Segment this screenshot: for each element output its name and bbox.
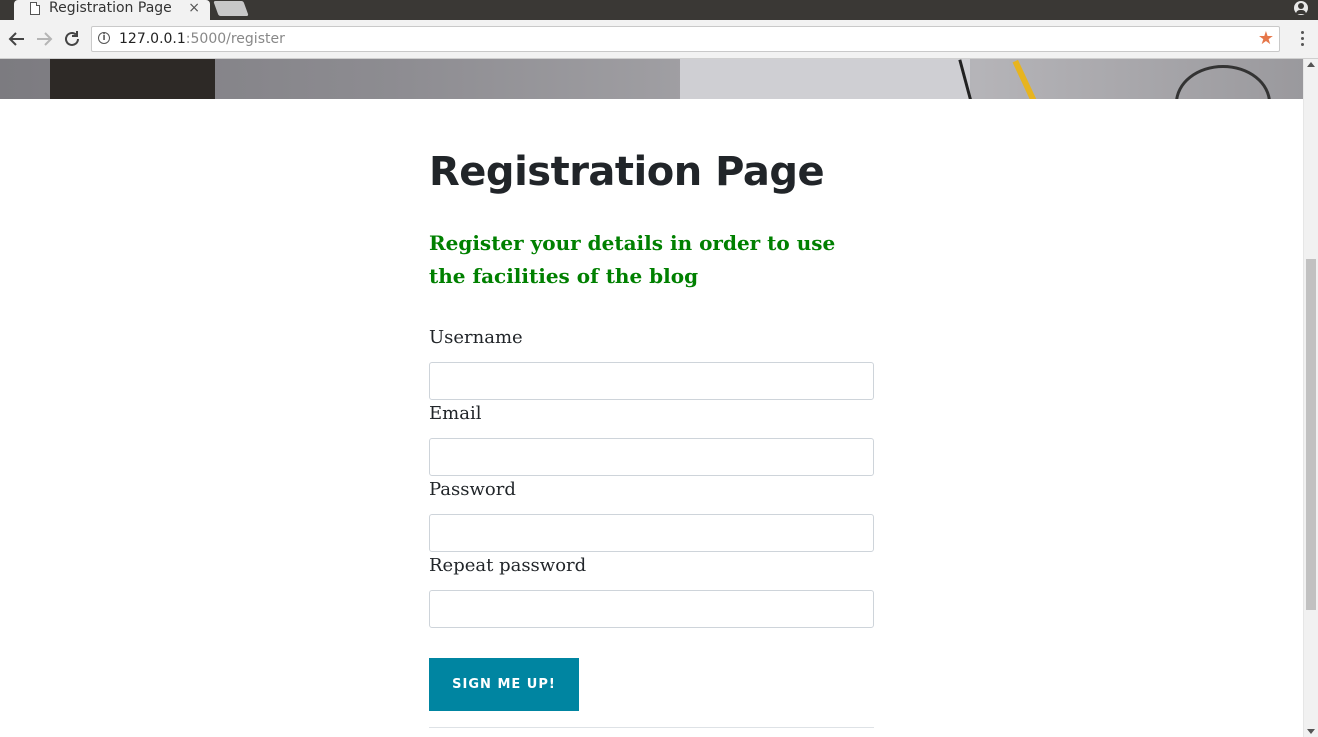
scrollbar-thumb[interactable] bbox=[1306, 259, 1316, 610]
password-input[interactable] bbox=[429, 514, 874, 552]
password-label: Password bbox=[429, 479, 516, 500]
email-input[interactable] bbox=[429, 438, 874, 476]
sign-up-button[interactable]: SIGN ME UP! bbox=[429, 658, 579, 711]
header-image bbox=[0, 59, 1303, 99]
divider bbox=[429, 727, 874, 728]
username-label: Username bbox=[429, 327, 523, 348]
page-title: Registration Page bbox=[429, 149, 825, 195]
browser-tab-strip: Registration Page × bbox=[0, 0, 1318, 20]
info-icon[interactable]: i bbox=[98, 32, 110, 44]
browser-menu-icon[interactable] bbox=[1301, 31, 1305, 49]
profile-icon[interactable] bbox=[1294, 1, 1308, 15]
browser-toolbar: i 127.0.0.1:5000/register ★ bbox=[0, 20, 1318, 59]
page-subtitle: Register your details in order to use th… bbox=[429, 231, 836, 288]
back-button[interactable] bbox=[6, 28, 28, 50]
page-icon bbox=[30, 2, 40, 15]
url-path: :5000/register bbox=[185, 31, 285, 47]
tab-title: Registration Page bbox=[49, 0, 172, 16]
url-host: 127.0.0.1 bbox=[119, 31, 186, 47]
close-tab-icon[interactable]: × bbox=[188, 0, 200, 17]
arrow-right-icon bbox=[37, 32, 53, 46]
forward-button[interactable] bbox=[33, 28, 55, 50]
url-text: 127.0.0.1:5000/register bbox=[119, 31, 285, 47]
email-label: Email bbox=[429, 403, 482, 424]
reload-button[interactable] bbox=[61, 28, 83, 50]
arrow-left-icon bbox=[8, 32, 24, 46]
new-tab-button[interactable] bbox=[213, 1, 249, 16]
reload-icon bbox=[65, 31, 79, 46]
repeat-password-label: Repeat password bbox=[429, 555, 587, 576]
scroll-down-arrow-icon[interactable] bbox=[1307, 729, 1315, 734]
browser-tab[interactable]: Registration Page × bbox=[14, 0, 210, 20]
username-input[interactable] bbox=[429, 362, 874, 400]
scroll-up-arrow-icon[interactable] bbox=[1307, 62, 1315, 67]
vertical-scrollbar[interactable] bbox=[1303, 59, 1318, 737]
address-bar[interactable]: i 127.0.0.1:5000/register ★ bbox=[91, 26, 1280, 52]
page-viewport: Registration Page Register your details … bbox=[0, 59, 1303, 737]
repeat-password-input[interactable] bbox=[429, 590, 874, 628]
bookmark-star-icon[interactable]: ★ bbox=[1258, 28, 1274, 49]
